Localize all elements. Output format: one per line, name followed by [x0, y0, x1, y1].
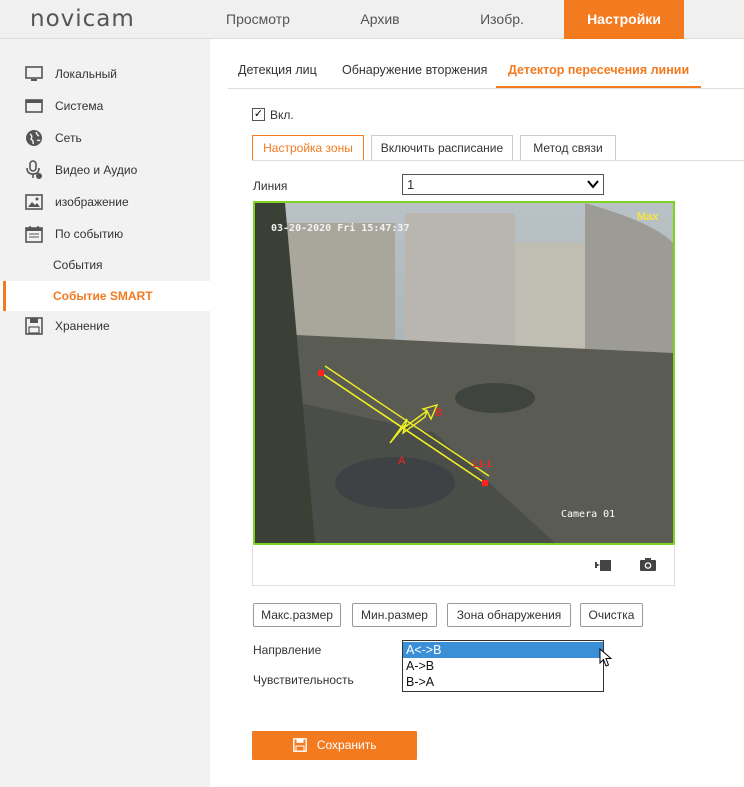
sidebar-item-storage[interactable]: Хранение — [0, 311, 210, 341]
picture-icon — [25, 193, 43, 211]
microphone-icon — [25, 160, 43, 179]
clear-button[interactable]: Очистка — [580, 603, 643, 627]
detection-zone-button[interactable]: Зона обнаружения — [447, 603, 571, 627]
line-handle-end[interactable] — [482, 480, 488, 486]
enable-checkbox[interactable]: ✓ — [252, 108, 265, 121]
camera-icon[interactable] — [639, 556, 657, 575]
line-handle-start[interactable] — [318, 370, 324, 376]
sidebar-item-image[interactable]: изображение — [0, 187, 210, 217]
line-select[interactable]: 1 — [402, 174, 604, 195]
tab-bar: Детекция лиц Обнаружение вторжения Детек… — [228, 52, 744, 89]
record-icon[interactable] — [594, 557, 612, 576]
min-size-button[interactable]: Мин.размер — [352, 603, 437, 627]
floppy-icon — [292, 734, 307, 763]
sidebar-item-events-basic[interactable]: События — [0, 250, 210, 280]
subtab-divider — [252, 160, 744, 161]
sidebar-item-label: изображение — [55, 195, 129, 209]
sensitivity-label: Чувствительность — [253, 673, 354, 687]
direction-option[interactable]: A<->B — [403, 642, 603, 658]
globe-icon — [25, 129, 43, 147]
tab-line-crossing[interactable]: Детектор пересечения линии — [496, 52, 702, 88]
logo: novicam — [30, 6, 135, 32]
subtab-linkage[interactable]: Метод связи — [520, 135, 616, 161]
sidebar-item-video-audio[interactable]: Видео и Аудио — [0, 155, 210, 185]
save-label: Сохранить — [316, 738, 377, 752]
sidebar-item-label: По событию — [55, 227, 124, 241]
line-label: Линия — [253, 179, 288, 193]
floppy-icon — [25, 317, 43, 335]
calendar-icon — [25, 225, 43, 243]
chevron-down-icon — [587, 177, 599, 196]
sidebar-item-system[interactable]: Система — [0, 91, 210, 121]
nav-view[interactable]: Просмотр — [212, 0, 304, 39]
enable-label: Вкл. — [270, 108, 294, 122]
tab-intrusion-detection[interactable]: Обнаружение вторжения — [342, 52, 487, 88]
side-b-label: B — [435, 407, 443, 419]
nav-images[interactable]: Изобр. — [458, 0, 546, 39]
line-id-label: L1-1 — [473, 459, 492, 469]
sidebar-item-local[interactable]: Локальный — [0, 59, 210, 89]
save-button[interactable]: Сохранить — [252, 731, 417, 760]
mouse-cursor-icon — [599, 647, 613, 671]
video-controls — [252, 546, 675, 586]
direction-label: Напрвление — [253, 643, 322, 657]
tab-face-detection[interactable]: Детекция лиц — [238, 52, 317, 88]
sidebar-item-label: Сеть — [55, 131, 82, 145]
max-size-button[interactable]: Макс.размер — [253, 603, 341, 627]
sidebar-item-label: Видео и Аудио — [55, 163, 138, 177]
sidebar-item-network[interactable]: Сеть — [0, 123, 210, 153]
monitor-icon — [25, 65, 43, 83]
sidebar-item-label: Событие SMART — [53, 289, 153, 303]
window-icon — [25, 97, 43, 115]
nav-settings[interactable]: Настройки — [564, 0, 684, 39]
sidebar-item-label: События — [53, 258, 103, 272]
sidebar-item-smart-event[interactable]: Событие SMART — [0, 281, 210, 311]
side-a-label: A — [398, 455, 406, 467]
sidebar-item-label: Хранение — [55, 319, 110, 333]
subtab-zone-settings[interactable]: Настройка зоны — [252, 135, 364, 161]
video-preview[interactable]: 03-20-2020 Fri 15:47:37 Max Camera 01 A … — [253, 201, 675, 545]
top-bar: novicam Просмотр Архив Изобр. Настройки — [0, 0, 744, 39]
nav-archive[interactable]: Архив — [336, 0, 424, 39]
sidebar-item-label: Локальный — [55, 67, 117, 81]
line-select-value: 1 — [407, 177, 415, 192]
sidebar: Локальный Система Сеть Видео и Аудио изо… — [0, 39, 210, 787]
sidebar-item-label: Система — [55, 99, 104, 113]
direction-option[interactable]: A->B — [403, 658, 603, 674]
subtab-schedule[interactable]: Включить расписание — [371, 135, 513, 161]
sidebar-item-events[interactable]: По событию — [0, 219, 210, 249]
direction-option[interactable]: B->A — [403, 674, 603, 690]
direction-dropdown[interactable]: A<->B A->B B->A — [402, 640, 604, 692]
